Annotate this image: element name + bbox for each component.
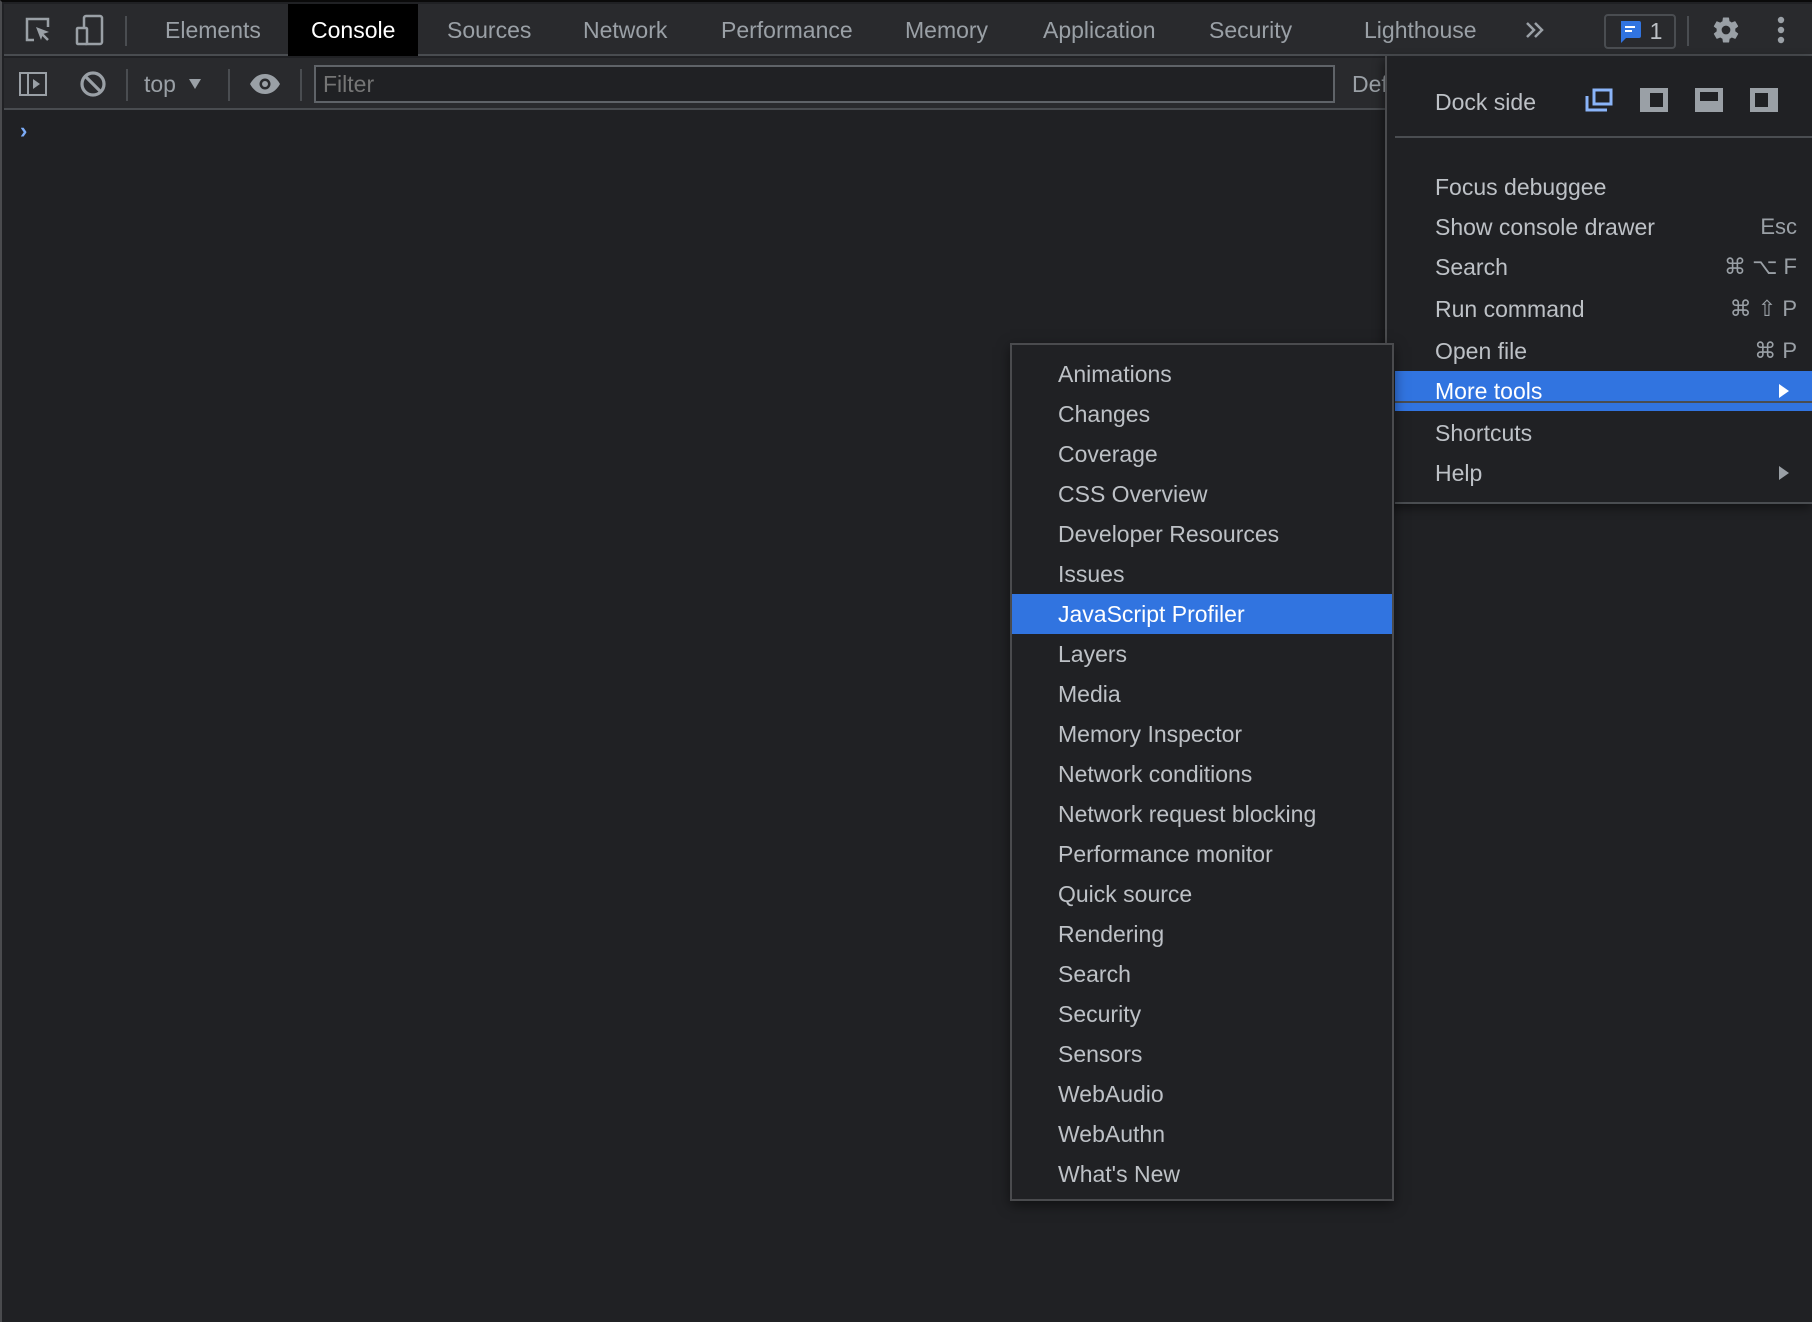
divider <box>228 69 230 101</box>
submenu-item-changes[interactable]: Changes <box>1012 394 1392 434</box>
tab-memory[interactable]: Memory <box>882 4 1011 56</box>
menu-divider <box>1395 136 1812 138</box>
submenu-item-search[interactable]: Search <box>1012 954 1392 994</box>
submenu-item-layers[interactable]: Layers <box>1012 634 1392 674</box>
tab-console[interactable]: Console <box>288 4 419 56</box>
issues-counter-button[interactable]: 1 <box>1604 14 1676 49</box>
submenu-item-webauthn[interactable]: WebAuthn <box>1012 1114 1392 1154</box>
submenu-item-javascript-profiler[interactable]: JavaScript Profiler <box>1012 594 1392 634</box>
submenu-item-network-request-blocking[interactable]: Network request blocking <box>1012 794 1392 834</box>
menu-item-show-console-drawer[interactable]: Show console drawer Esc <box>1387 207 1812 247</box>
submenu-item-developer-resources[interactable]: Developer Resources <box>1012 514 1392 554</box>
submenu-item-animations[interactable]: Animations <box>1012 354 1392 394</box>
javascript-context-select[interactable]: top <box>144 58 202 110</box>
submenu-item-media[interactable]: Media <box>1012 674 1392 714</box>
undock-icon[interactable] <box>1585 88 1613 112</box>
menu-item-label: Shortcuts <box>1435 419 1533 446</box>
menu-item-shortcut: Esc <box>1760 214 1797 239</box>
menu-item-search[interactable]: Search ⌘ ⌥ F <box>1387 247 1812 287</box>
menu-item-focus-debuggee[interactable]: Focus debuggee <box>1387 167 1812 207</box>
live-expression-eye-icon[interactable] <box>246 58 284 110</box>
log-levels-dropdown[interactable]: Def <box>1352 58 1388 110</box>
dock-left-icon[interactable] <box>1640 88 1668 112</box>
submenu-item-rendering[interactable]: Rendering <box>1012 914 1392 954</box>
tab-elements[interactable]: Elements <box>142 4 284 56</box>
tab-sources[interactable]: Sources <box>424 4 554 56</box>
menu-item-shortcut: ⌘ ⌥ F <box>1723 254 1797 279</box>
submenu-item-memory-inspector[interactable]: Memory Inspector <box>1012 714 1392 754</box>
menu-item-more-tools[interactable]: More tools <box>1395 371 1812 411</box>
toggle-sidebar-icon[interactable] <box>16 58 50 110</box>
menu-item-shortcuts[interactable]: Shortcuts <box>1387 413 1812 453</box>
panel-tab-bar: Elements Console Sources Network Performance… <box>4 4 1812 56</box>
submenu-arrow-icon <box>1779 384 1789 398</box>
devtools-window: Elements Console Sources Network Performance… <box>0 0 1812 1322</box>
submenu-item-webaudio[interactable]: WebAudio <box>1012 1074 1392 1114</box>
submenu-item-issues[interactable]: Issues <box>1012 554 1392 594</box>
tab-performance[interactable]: Performance <box>698 4 876 56</box>
menu-item-label: Focus debuggee <box>1435 173 1607 200</box>
divider <box>126 69 128 101</box>
menu-item-shortcut: ⌘ P <box>1754 338 1797 363</box>
customize-devtools-menu: Dock side Focus debuggee Show console dra… <box>1385 56 1812 504</box>
filter-input[interactable] <box>314 65 1335 103</box>
device-toolbar-icon[interactable] <box>70 4 110 56</box>
dock-side-label: Dock side <box>1435 88 1536 115</box>
divider <box>125 16 127 46</box>
settings-gear-icon[interactable] <box>1706 4 1746 56</box>
issues-count: 1 <box>1649 18 1663 44</box>
menu-item-label: Help <box>1435 459 1483 486</box>
menu-item-shortcut: ⌘ ⇧ P <box>1729 296 1797 321</box>
more-tools-submenu: Animations Changes Coverage CSS Overview Dev… <box>1010 343 1394 1201</box>
dock-bottom-icon[interactable] <box>1695 88 1723 112</box>
menu-item-label: Run command <box>1435 295 1585 322</box>
submenu-item-what-s-new[interactable]: What's New <box>1012 1154 1392 1194</box>
tab-network[interactable]: Network <box>560 4 690 56</box>
menu-item-open-file[interactable]: Open file ⌘ P <box>1387 331 1812 371</box>
tab-application[interactable]: Application <box>1020 4 1179 56</box>
console-prompt-chevron-icon[interactable]: › <box>20 118 27 144</box>
message-icon <box>1620 20 1641 43</box>
menu-item-label: Open file <box>1435 337 1528 364</box>
menu-item-label: Search <box>1435 253 1508 280</box>
submenu-arrow-icon <box>1779 466 1789 480</box>
menu-item-run-command[interactable]: Run command ⌘ ⇧ P <box>1387 289 1812 329</box>
tab-lighthouse[interactable]: Lighthouse <box>1341 4 1500 56</box>
divider <box>1687 16 1689 46</box>
submenu-item-coverage[interactable]: Coverage <box>1012 434 1392 474</box>
divider <box>300 69 302 101</box>
dropdown-triangle-icon <box>188 79 201 89</box>
submenu-item-performance-monitor[interactable]: Performance monitor <box>1012 834 1392 874</box>
submenu-item-sensors[interactable]: Sensors <box>1012 1034 1392 1074</box>
inspect-element-icon[interactable] <box>18 4 58 56</box>
submenu-item-network-conditions[interactable]: Network conditions <box>1012 754 1392 794</box>
dock-right-icon[interactable] <box>1750 88 1778 112</box>
log-levels-label: Def <box>1352 70 1388 97</box>
clear-console-icon[interactable] <box>76 58 110 110</box>
menu-item-label: Show console drawer <box>1435 213 1655 240</box>
submenu-item-css-overview[interactable]: CSS Overview <box>1012 474 1392 514</box>
submenu-item-quick-source[interactable]: Quick source <box>1012 874 1392 914</box>
more-tabs-chevron-icon[interactable] <box>1516 4 1554 56</box>
dock-side-options <box>1585 88 1778 112</box>
kebab-menu-icon[interactable] <box>1766 4 1796 56</box>
context-value: top <box>144 70 176 97</box>
submenu-item-security[interactable]: Security <box>1012 994 1392 1034</box>
tab-security[interactable]: Security <box>1186 4 1315 56</box>
menu-item-help[interactable]: Help <box>1387 453 1812 493</box>
menu-divider <box>1395 401 1812 403</box>
menu-divider <box>1395 502 1812 504</box>
